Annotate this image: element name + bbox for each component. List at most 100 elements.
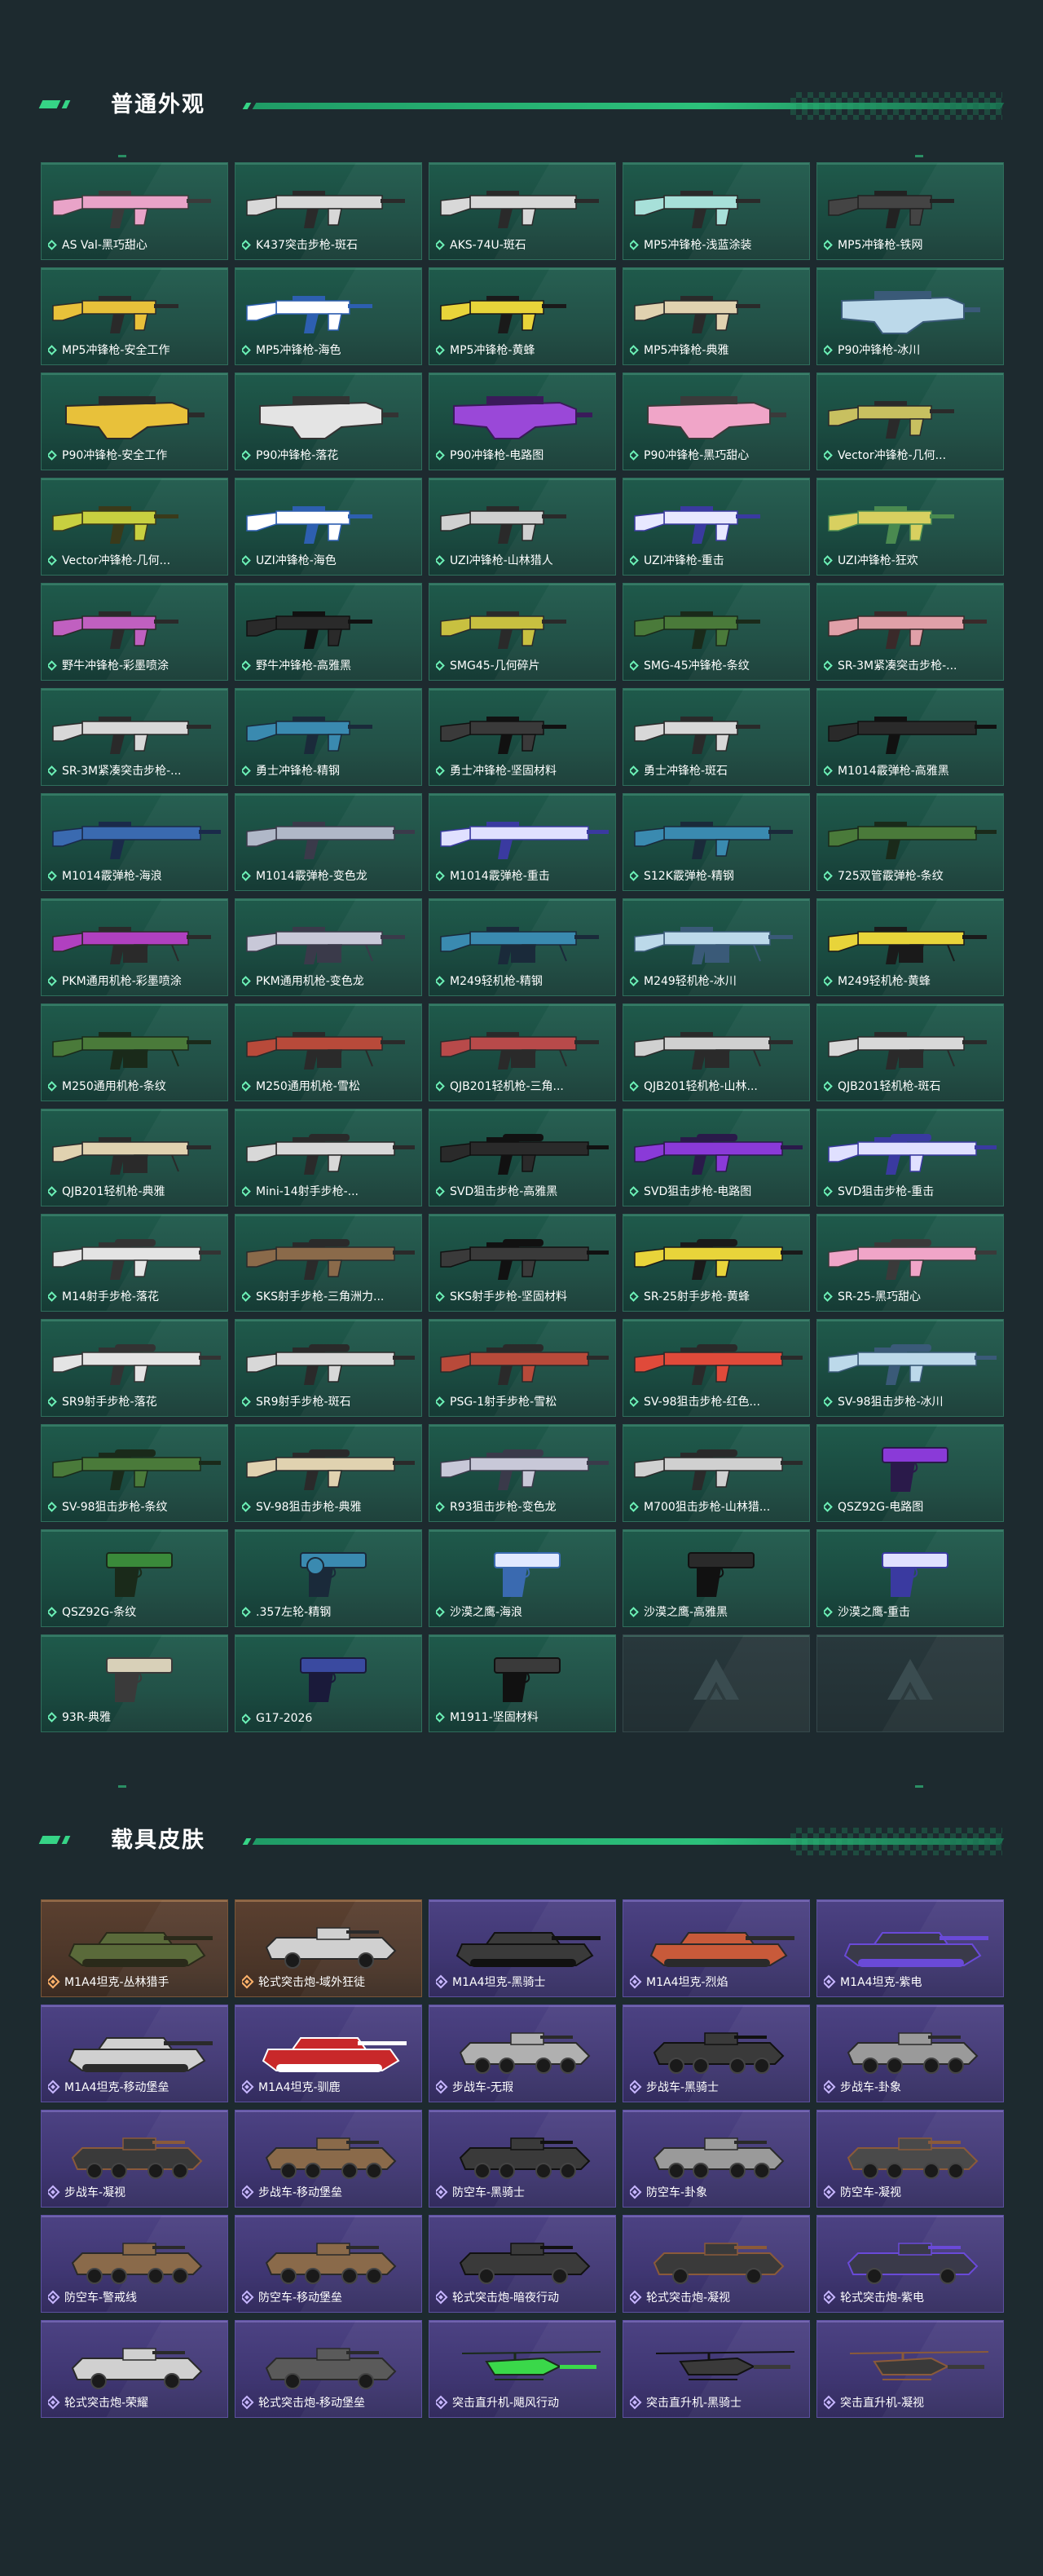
weapon-skin-card[interactable]: MP5冲锋枪-海色 (235, 267, 422, 365)
weapon-skin-card[interactable]: SR-25-黑巧甜心 (816, 1214, 1004, 1312)
weapon-skin-card[interactable]: SV-98狙击步枪-典雅 (235, 1424, 422, 1522)
weapon-skin-card[interactable]: 沙漠之鹰-高雅黑 (623, 1529, 810, 1627)
weapon-skin-card[interactable]: M1014霰弹枪-海浪 (41, 793, 228, 891)
weapon-skin-card[interactable]: MP5冲锋枪-铁网 (816, 162, 1004, 260)
weapon-skin-card[interactable]: M1014霰弹枪-高雅黑 (816, 688, 1004, 786)
weapon-skin-card[interactable]: QJB201轻机枪-三角... (429, 1003, 616, 1101)
vehicle-skin-card[interactable]: 轮式突击炮-移动堡垒 (235, 2320, 422, 2418)
weapon-skin-card[interactable]: SMG-45冲锋枪-条纹 (623, 583, 810, 681)
weapon-skin-card[interactable]: PKM通用机枪-彩墨喷涂 (41, 898, 228, 996)
weapon-skin-card[interactable]: M249轻机枪-冰川 (623, 898, 810, 996)
weapon-skin-card[interactable]: SV-98狙击步枪-条纹 (41, 1424, 228, 1522)
weapon-skin-card[interactable]: M1911-坚固材料 (429, 1634, 616, 1732)
weapon-skin-card[interactable]: QJB201轻机枪-典雅 (41, 1109, 228, 1206)
weapon-skin-card[interactable]: Vector冲锋枪-几何... (41, 478, 228, 576)
vehicle-skin-card[interactable]: 步战车-卦象 (816, 2005, 1004, 2102)
vehicle-skin-card[interactable]: 步战车-无瑕 (429, 2005, 616, 2102)
weapon-skin-card[interactable]: G17-2026 (235, 1634, 422, 1732)
weapon-skin-card[interactable]: SR-25射手步枪-黄蜂 (623, 1214, 810, 1312)
weapon-skin-card[interactable]: QJB201轻机枪-山林... (623, 1003, 810, 1101)
weapon-skin-card[interactable]: Mini-14射手步枪-... (235, 1109, 422, 1206)
vehicle-skin-card[interactable]: M1A4坦克-黑骑士 (429, 1899, 616, 1997)
weapon-skin-card[interactable]: .357左轮-精钢 (235, 1529, 422, 1627)
weapon-skin-card[interactable]: QSZ92G-电路图 (816, 1424, 1004, 1522)
weapon-skin-card[interactable]: P90冲锋枪-冰川 (816, 267, 1004, 365)
vehicle-skin-card[interactable]: 轮式突击炮-域外狂徒 (235, 1899, 422, 1997)
vehicle-skin-card[interactable]: M1A4坦克-移动堡垒 (41, 2005, 228, 2102)
weapon-skin-card[interactable]: Vector冲锋枪-几何... (816, 373, 1004, 470)
weapon-skin-card[interactable]: AS Val-黑巧甜心 (41, 162, 228, 260)
weapon-skin-card[interactable]: UZI冲锋枪-狂欢 (816, 478, 1004, 576)
skin-name-row: 步战车-卦象 (824, 2079, 998, 2095)
vehicle-skin-card[interactable]: 突击直升机-飓风行动 (429, 2320, 616, 2418)
weapon-skin-card[interactable]: MP5冲锋枪-典雅 (623, 267, 810, 365)
weapon-skin-card[interactable]: 野牛冲锋枪-彩墨喷涂 (41, 583, 228, 681)
weapon-skin-card[interactable]: SKS射手步枪-坚固材料 (429, 1214, 616, 1312)
weapon-skin-card[interactable]: P90冲锋枪-电路图 (429, 373, 616, 470)
weapon-skin-card[interactable]: SR-3M紧凑突击步枪-... (816, 583, 1004, 681)
weapon-skin-card[interactable]: M700狙击步枪-山林猎... (623, 1424, 810, 1522)
weapon-skin-card[interactable]: M249轻机枪-黄蜂 (816, 898, 1004, 996)
vehicle-skin-card[interactable]: M1A4坦克-烈焰 (623, 1899, 810, 1997)
weapon-skin-card[interactable]: MP5冲锋枪-浅蓝涂装 (623, 162, 810, 260)
weapon-skin-card[interactable]: 93R-典雅 (41, 1634, 228, 1732)
weapon-skin-card[interactable]: SKS射手步枪-三角洲力... (235, 1214, 422, 1312)
vehicle-skin-card[interactable]: 步战车-黑骑士 (623, 2005, 810, 2102)
weapon-skin-card[interactable]: QJB201轻机枪-斑石 (816, 1003, 1004, 1101)
weapon-skin-card[interactable]: M250通用机枪-雪松 (235, 1003, 422, 1101)
weapon-skin-card[interactable]: SR-3M紧凑突击步枪-... (41, 688, 228, 786)
weapon-skin-card[interactable]: MP5冲锋枪-黄蜂 (429, 267, 616, 365)
weapon-skin-card[interactable]: 野牛冲锋枪-高雅黑 (235, 583, 422, 681)
weapon-skin-card[interactable]: MP5冲锋枪-安全工作 (41, 267, 228, 365)
vehicle-skin-card[interactable]: 防空车-卦象 (623, 2110, 810, 2208)
vehicle-skin-card[interactable]: 轮式突击炮-暗夜行动 (429, 2215, 616, 2313)
weapon-skin-card[interactable]: 沙漠之鹰-海浪 (429, 1529, 616, 1627)
weapon-skin-card[interactable]: K437突击步枪-斑石 (235, 162, 422, 260)
weapon-skin-card[interactable]: SVD狙击步枪-电路图 (623, 1109, 810, 1206)
weapon-skin-card[interactable]: M1014霰弹枪-变色龙 (235, 793, 422, 891)
vehicle-skin-card[interactable]: 防空车-凝视 (816, 2110, 1004, 2208)
vehicle-skin-card[interactable]: 轮式突击炮-荣耀 (41, 2320, 228, 2418)
vehicle-skin-card[interactable]: 步战车-凝视 (41, 2110, 228, 2208)
weapon-skin-card[interactable]: S12K霰弹枪-精钢 (623, 793, 810, 891)
weapon-skin-card[interactable]: M249轻机枪-精钢 (429, 898, 616, 996)
weapon-skin-card[interactable]: UZI冲锋枪-海色 (235, 478, 422, 576)
skin-name: SKS射手步枪-三角洲力... (256, 1290, 385, 1303)
weapon-skin-card[interactable]: M250通用机枪-条纹 (41, 1003, 228, 1101)
weapon-skin-card[interactable]: 勇士冲锋枪-斑石 (623, 688, 810, 786)
weapon-skin-card[interactable]: SR9射手步枪-落花 (41, 1319, 228, 1417)
vehicle-skin-card[interactable]: 防空车-移动堡垒 (235, 2215, 422, 2313)
vehicle-skin-card[interactable]: 防空车-警戒线 (41, 2215, 228, 2313)
weapon-skin-card[interactable]: 勇士冲锋枪-精钢 (235, 688, 422, 786)
weapon-skin-card[interactable]: SMG45-几何碎片 (429, 583, 616, 681)
vehicle-skin-card[interactable]: 突击直升机-黑骑士 (623, 2320, 810, 2418)
vehicle-skin-card[interactable]: 防空车-黑骑士 (429, 2110, 616, 2208)
weapon-skin-card[interactable]: P90冲锋枪-黑巧甜心 (623, 373, 810, 470)
weapon-skin-card[interactable]: M14射手步枪-落花 (41, 1214, 228, 1312)
weapon-skin-card[interactable]: 725双管霰弹枪-条纹 (816, 793, 1004, 891)
vehicle-skin-card[interactable]: 突击直升机-凝视 (816, 2320, 1004, 2418)
weapon-skin-card[interactable]: 勇士冲锋枪-坚固材料 (429, 688, 616, 786)
vehicle-skin-card[interactable]: 轮式突击炮-紫电 (816, 2215, 1004, 2313)
weapon-skin-card[interactable]: UZI冲锋枪-山林猎人 (429, 478, 616, 576)
weapon-skin-card[interactable]: SVD狙击步枪-高雅黑 (429, 1109, 616, 1206)
weapon-skin-card[interactable]: P90冲锋枪-安全工作 (41, 373, 228, 470)
weapon-skin-card[interactable]: SV-98狙击步枪-冰川 (816, 1319, 1004, 1417)
weapon-skin-card[interactable]: SR9射手步枪-斑石 (235, 1319, 422, 1417)
weapon-skin-card[interactable]: 沙漠之鹰-重击 (816, 1529, 1004, 1627)
vehicle-skin-card[interactable]: M1A4坦克-丛林猎手 (41, 1899, 228, 1997)
weapon-skin-card[interactable]: M1014霰弹枪-重击 (429, 793, 616, 891)
weapon-skin-card[interactable]: SV-98狙击步枪-红色... (623, 1319, 810, 1417)
weapon-skin-card[interactable]: PSG-1射手步枪-雪松 (429, 1319, 616, 1417)
weapon-skin-card[interactable]: PKM通用机枪-变色龙 (235, 898, 422, 996)
weapon-skin-card[interactable]: AKS-74U-斑石 (429, 162, 616, 260)
vehicle-skin-card[interactable]: M1A4坦克-紫电 (816, 1899, 1004, 1997)
vehicle-skin-card[interactable]: M1A4坦克-驯鹿 (235, 2005, 422, 2102)
weapon-skin-card[interactable]: R93狙击步枪-变色龙 (429, 1424, 616, 1522)
vehicle-skin-card[interactable]: 轮式突击炮-凝视 (623, 2215, 810, 2313)
weapon-skin-card[interactable]: UZI冲锋枪-重击 (623, 478, 810, 576)
weapon-skin-card[interactable]: SVD狙击步枪-重击 (816, 1109, 1004, 1206)
weapon-skin-card[interactable]: P90冲锋枪-落花 (235, 373, 422, 470)
weapon-skin-card[interactable]: QSZ92G-条纹 (41, 1529, 228, 1627)
vehicle-skin-card[interactable]: 步战车-移动堡垒 (235, 2110, 422, 2208)
